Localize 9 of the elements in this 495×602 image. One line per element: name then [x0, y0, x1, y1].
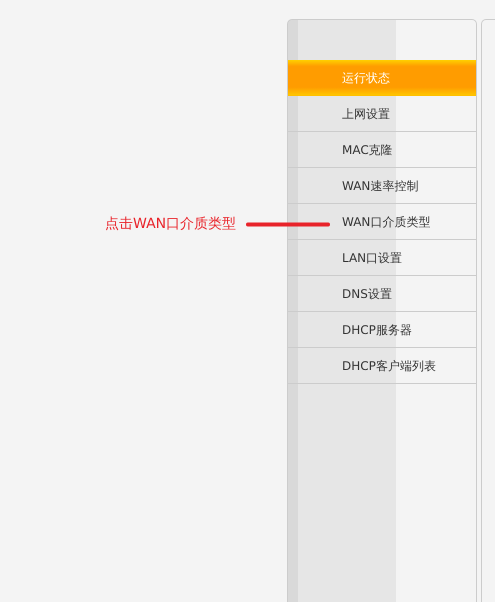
- menu-item[interactable]: DHCP服务器: [288, 312, 476, 348]
- menu-item[interactable]: WAN速率控制: [288, 168, 476, 204]
- menu-item[interactable]: DHCP客户端列表: [288, 348, 476, 384]
- annotation-text: 点击WAN口介质类型: [105, 215, 236, 234]
- menu-item[interactable]: WAN口介质类型: [288, 204, 476, 240]
- menu-item[interactable]: DNS设置: [288, 276, 476, 312]
- menu-item[interactable]: LAN口设置: [288, 240, 476, 276]
- menu-item[interactable]: 上网设置: [288, 96, 476, 132]
- menu-item[interactable]: MAC克隆: [288, 132, 476, 168]
